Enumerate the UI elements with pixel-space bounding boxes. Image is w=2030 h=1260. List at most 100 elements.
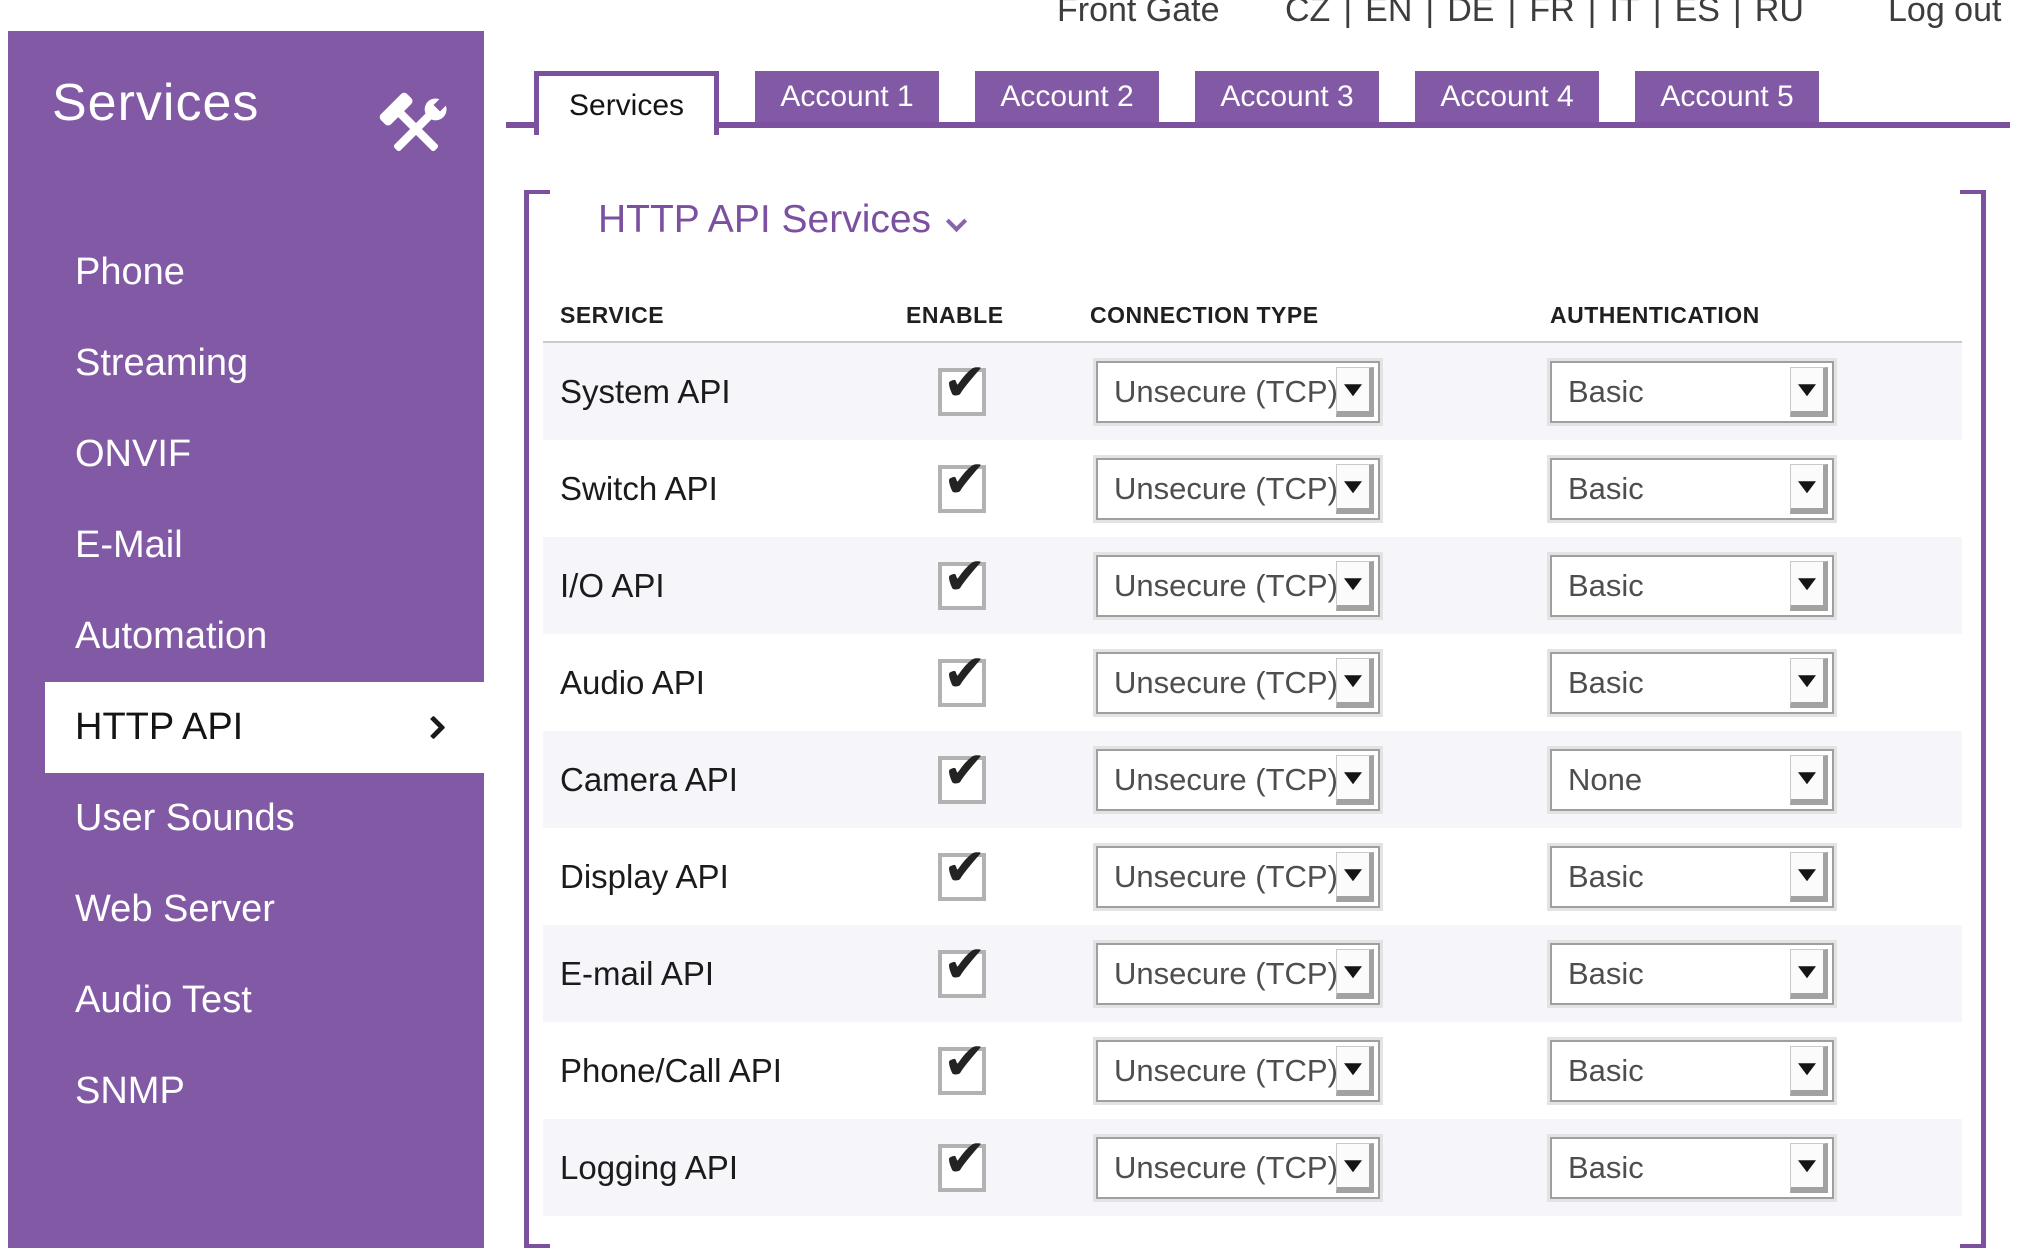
enable-checkbox[interactable]: ✔ — [938, 562, 986, 610]
service-name: E-mail API — [560, 955, 714, 993]
select-value: Unsecure (TCP) — [1114, 762, 1338, 798]
connection-type-select[interactable]: Unsecure (TCP) — [1096, 361, 1380, 423]
checkmark-icon: ✔ — [943, 745, 987, 797]
table-row-audio-api: Audio API ✔ Unsecure (TCP) Basic — [543, 634, 1962, 731]
device-name: Front Gate — [1057, 0, 1220, 30]
language-link-fr[interactable]: FR — [1529, 0, 1574, 30]
enable-checkbox[interactable]: ✔ — [938, 1144, 986, 1192]
connection-type-select[interactable]: Unsecure (TCP) — [1096, 652, 1380, 714]
connection-type-select[interactable]: Unsecure (TCP) — [1096, 1137, 1380, 1199]
dropdown-arrow-icon — [1790, 658, 1828, 708]
dropdown-arrow-icon — [1336, 464, 1374, 514]
language-link-cz[interactable]: CZ — [1285, 0, 1330, 30]
sidebar-item-onvif[interactable]: ONVIF — [8, 409, 484, 500]
table-row-system-api: System API ✔ Unsecure (TCP) Basic — [543, 343, 1962, 440]
language-bar: CZ | EN | DE | FR | IT | ES | RU — [1285, 0, 1804, 30]
column-header-authentication: AUTHENTICATION — [1550, 302, 1760, 329]
enable-checkbox[interactable]: ✔ — [938, 853, 986, 901]
select-value: Unsecure (TCP) — [1114, 471, 1338, 507]
enable-checkbox[interactable]: ✔ — [938, 368, 986, 416]
service-name: Camera API — [560, 761, 738, 799]
select-value: Unsecure (TCP) — [1114, 1053, 1338, 1089]
sidebar-item-label: User Sounds — [75, 797, 295, 840]
authentication-select[interactable]: Basic — [1550, 846, 1834, 908]
enable-checkbox[interactable]: ✔ — [938, 659, 986, 707]
language-link-de[interactable]: DE — [1447, 0, 1494, 30]
sidebar-title: Services — [52, 73, 259, 133]
select-value: Basic — [1568, 471, 1644, 507]
panel-bracket-right — [1960, 190, 1986, 1248]
language-separator: | — [1733, 0, 1742, 30]
authentication-select[interactable]: Basic — [1550, 361, 1834, 423]
language-link-it[interactable]: IT — [1610, 0, 1640, 30]
tab-bar: Services Account 1 Account 2 Account 3 A… — [506, 71, 2010, 135]
authentication-select[interactable]: None — [1550, 749, 1834, 811]
enable-checkbox[interactable]: ✔ — [938, 756, 986, 804]
sidebar-item-user-sounds[interactable]: User Sounds — [8, 773, 484, 864]
dropdown-arrow-icon — [1790, 561, 1828, 611]
language-separator: | — [1507, 0, 1516, 30]
select-value: Basic — [1568, 568, 1644, 604]
checkmark-icon: ✔ — [943, 551, 987, 603]
authentication-select[interactable]: Basic — [1550, 1137, 1834, 1199]
tab-account-4[interactable]: Account 4 — [1415, 71, 1599, 122]
connection-type-select[interactable]: Unsecure (TCP) — [1096, 943, 1380, 1005]
enable-checkbox[interactable]: ✔ — [938, 1047, 986, 1095]
language-link-ru[interactable]: RU — [1755, 0, 1804, 30]
language-link-en[interactable]: EN — [1365, 0, 1412, 30]
checkmark-icon: ✔ — [943, 648, 987, 700]
dropdown-arrow-icon — [1790, 755, 1828, 805]
select-value: Basic — [1568, 1150, 1644, 1186]
sidebar-item-phone[interactable]: Phone — [8, 227, 484, 318]
sidebar-item-http-api[interactable]: HTTP API — [45, 682, 484, 773]
select-value: Basic — [1568, 859, 1644, 895]
checkmark-icon: ✔ — [943, 1133, 987, 1185]
column-header-connection-type: CONNECTION TYPE — [1090, 302, 1319, 329]
dropdown-arrow-icon — [1336, 852, 1374, 902]
language-separator: | — [1343, 0, 1352, 30]
tab-account-1[interactable]: Account 1 — [755, 71, 939, 122]
authentication-select[interactable]: Basic — [1550, 1040, 1834, 1102]
language-link-es[interactable]: ES — [1675, 0, 1720, 30]
select-value: Unsecure (TCP) — [1114, 665, 1338, 701]
sidebar-item-snmp[interactable]: SNMP — [8, 1046, 484, 1137]
column-header-enable: ENABLE — [906, 302, 1004, 329]
sidebar-item-streaming[interactable]: Streaming — [8, 318, 484, 409]
connection-type-select[interactable]: Unsecure (TCP) — [1096, 1040, 1380, 1102]
logout-link[interactable]: Log out — [1888, 0, 2001, 30]
tab-services[interactable]: Services — [534, 71, 719, 135]
sidebar-item-label: Streaming — [75, 342, 248, 385]
tab-account-2[interactable]: Account 2 — [975, 71, 1159, 122]
tab-row: Services Account 1 Account 2 Account 3 A… — [534, 71, 1819, 135]
table-row-io-api: I/O API ✔ Unsecure (TCP) Basic — [543, 537, 1962, 634]
connection-type-select[interactable]: Unsecure (TCP) — [1096, 458, 1380, 520]
authentication-select[interactable]: Basic — [1550, 943, 1834, 1005]
sidebar-item-audio-test[interactable]: Audio Test — [8, 955, 484, 1046]
tab-account-5[interactable]: Account 5 — [1635, 71, 1819, 122]
section-title[interactable]: HTTP API Services — [598, 198, 964, 242]
sidebar: Services Phone Streaming ONVIF E-Mail Au… — [8, 31, 484, 1248]
select-value: Basic — [1568, 956, 1644, 992]
service-name: Switch API — [560, 470, 718, 508]
authentication-select[interactable]: Basic — [1550, 652, 1834, 714]
enable-checkbox[interactable]: ✔ — [938, 950, 986, 998]
table-header-row: SERVICE ENABLE CONNECTION TYPE AUTHENTIC… — [543, 290, 1962, 343]
tab-account-3[interactable]: Account 3 — [1195, 71, 1379, 122]
hammer-wrench-icon — [374, 87, 458, 171]
checkmark-icon: ✔ — [943, 842, 987, 894]
connection-type-select[interactable]: Unsecure (TCP) — [1096, 846, 1380, 908]
sidebar-item-label: E-Mail — [75, 524, 183, 567]
dropdown-arrow-icon — [1336, 949, 1374, 999]
sidebar-item-automation[interactable]: Automation — [8, 591, 484, 682]
authentication-select[interactable]: Basic — [1550, 458, 1834, 520]
connection-type-select[interactable]: Unsecure (TCP) — [1096, 749, 1380, 811]
enable-checkbox[interactable]: ✔ — [938, 465, 986, 513]
authentication-select[interactable]: Basic — [1550, 555, 1834, 617]
dropdown-arrow-icon — [1336, 1046, 1374, 1096]
select-value: Unsecure (TCP) — [1114, 374, 1338, 410]
table-row-phone-call-api: Phone/Call API ✔ Unsecure (TCP) Basic — [543, 1022, 1962, 1119]
dropdown-arrow-icon — [1790, 852, 1828, 902]
sidebar-item-email[interactable]: E-Mail — [8, 500, 484, 591]
sidebar-item-web-server[interactable]: Web Server — [8, 864, 484, 955]
connection-type-select[interactable]: Unsecure (TCP) — [1096, 555, 1380, 617]
